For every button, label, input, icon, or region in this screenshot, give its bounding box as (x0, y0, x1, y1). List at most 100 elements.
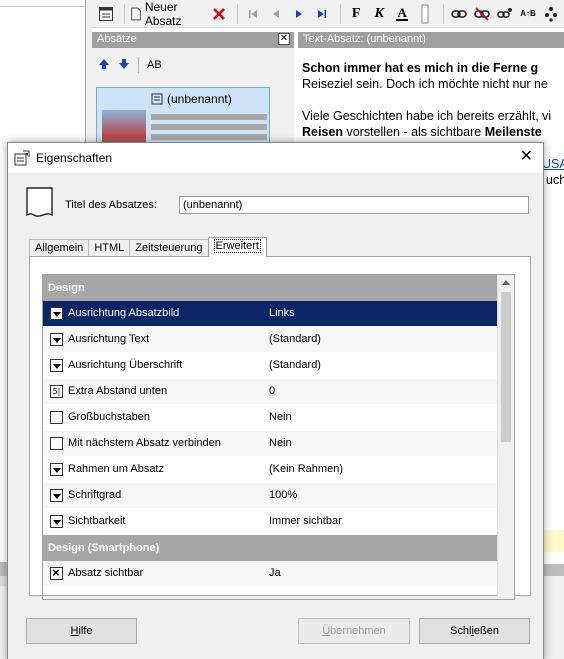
delete-x-icon (213, 7, 226, 20)
property-label: Sichtbarkeit (68, 515, 126, 527)
case-icon: A↑B (520, 8, 536, 18)
first-button[interactable] (243, 3, 263, 25)
spinner-icon[interactable]: 5| (50, 385, 63, 398)
page-view-button[interactable] (96, 3, 116, 25)
dropdown-arrow-icon[interactable] (50, 489, 63, 502)
new-paragraph-label: Neuer Absatz (144, 0, 182, 28)
scroll-up-icon[interactable] (498, 275, 514, 291)
property-value[interactable]: Immer sichtbar (269, 515, 342, 527)
delete-button[interactable] (209, 3, 229, 25)
previous-icon (273, 9, 280, 18)
dropdown-arrow-icon[interactable] (50, 333, 63, 346)
property-label: Großbuchstaben (68, 411, 150, 423)
dropdown-arrow-icon[interactable] (50, 515, 63, 528)
property-value[interactable]: Ja (269, 567, 281, 579)
property-label: Mit nächstem Absatz verbinden (68, 437, 221, 449)
rename-icon: AB (147, 59, 162, 71)
dropdown-arrow-icon[interactable] (50, 307, 63, 320)
anchor-link-icon (497, 7, 512, 18)
tab-erweitert[interactable]: Erweitert (207, 237, 267, 257)
property-value[interactable]: (Standard) (269, 333, 321, 345)
indent-button[interactable] (415, 3, 435, 25)
next-button[interactable] (289, 3, 309, 25)
section-rows-design-smartphone: Absatz sichtbar Ja (43, 561, 498, 587)
move-up-button[interactable] (98, 58, 110, 73)
text-preview-line (151, 114, 267, 120)
font-color-button[interactable]: A (392, 3, 412, 25)
properties-dialog: Eigenschaften ✕ Titel des Absatzes: Allg… (7, 142, 544, 659)
close-icon[interactable]: ✕ (520, 149, 533, 165)
rename-button[interactable]: AB (147, 59, 162, 71)
paragraphs-panel-close-button[interactable]: ✕ (278, 33, 290, 45)
anchor-button[interactable] (495, 3, 515, 25)
property-label: Ausrichtung Überschrift (68, 359, 183, 371)
toolbar-separator (124, 3, 125, 24)
property-row[interactable]: Absatz sichtbar Ja (43, 561, 498, 587)
property-label: Schriftgrad (68, 489, 122, 501)
arrow-up-icon (99, 58, 109, 69)
property-value[interactable]: (Kein Rahmen) (269, 463, 343, 475)
scrollbar-thumb[interactable] (501, 292, 511, 442)
unlink-button[interactable] (472, 3, 492, 25)
link-button[interactable] (449, 3, 469, 25)
property-row[interactable]: Ausrichtung Absatzbild Links (43, 301, 498, 327)
last-button[interactable] (312, 3, 332, 25)
italic-icon: K (374, 5, 384, 21)
property-value[interactable]: 100% (269, 489, 297, 501)
dropdown-arrow-icon[interactable] (50, 359, 63, 372)
text-preview-line (151, 124, 267, 130)
more-button[interactable] (541, 3, 561, 25)
property-row[interactable]: Schriftgrad 100% (43, 483, 498, 509)
property-value[interactable]: (Standard) (269, 359, 321, 371)
text-link[interactable]: USA (542, 157, 564, 171)
checkbox-checked[interactable] (50, 565, 63, 580)
property-value[interactable]: Nein (269, 411, 292, 423)
title-field[interactable] (179, 196, 529, 214)
tab-zeitsteuerung[interactable]: Zeitsteuerung (129, 239, 209, 257)
property-row[interactable]: Großbuchstaben Nein (43, 405, 498, 431)
section-header-design[interactable]: Design (43, 275, 498, 301)
property-row[interactable]: Rahmen um Absatz (Kein Rahmen) (43, 457, 498, 483)
checkbox[interactable] (50, 437, 63, 450)
italic-button[interactable]: K (369, 3, 389, 25)
property-row[interactable]: Mit nächstem Absatz verbinden Nein (43, 431, 498, 457)
property-value[interactable]: Nein (269, 437, 292, 449)
tab-panel-erweitert: Design Ausrichtung Absatzbild Links Ausr… (29, 256, 531, 600)
property-row[interactable]: 5| Extra Abstand unten 0 (43, 379, 498, 405)
checkbox[interactable] (50, 411, 63, 424)
apply-button[interactable]: Übernehmen (298, 618, 410, 644)
indent-icon (421, 4, 429, 23)
paragraph-icon (151, 93, 163, 105)
previous-button[interactable] (266, 3, 286, 25)
left-pane-divider (0, 6, 86, 7)
property-value[interactable]: 0 (269, 385, 275, 397)
link-icon (451, 9, 467, 18)
property-row[interactable]: Ausrichtung Text (Standard) (43, 327, 498, 353)
properties-icon (14, 150, 30, 166)
arrow-down-icon (119, 58, 129, 69)
dots-icon (545, 6, 557, 22)
section-header-design-smartphone[interactable]: Design (Smartphone) (43, 535, 498, 561)
text-preview-line (151, 134, 267, 140)
property-value[interactable]: Links (269, 307, 295, 319)
dialog-titlebar[interactable]: Eigenschaften ✕ (8, 143, 543, 173)
dropdown-arrow-icon[interactable] (50, 463, 63, 476)
toolbar-separator (138, 57, 139, 73)
help-button[interactable]: Hilfe (26, 618, 137, 644)
paragraph-card-title: (unbenannt) (151, 92, 232, 106)
paragraph-card-label: (unbenannt) (167, 92, 232, 106)
bold-button[interactable]: F (346, 3, 366, 25)
main-toolbar: Neuer Absatz F K A A↑B (92, 0, 564, 28)
close-button[interactable]: Schließen (419, 618, 530, 644)
property-row[interactable]: Sichtbarkeit Immer sichtbar (43, 509, 498, 535)
document-icon (26, 187, 54, 222)
new-paragraph-button[interactable]: Neuer Absatz (130, 0, 207, 28)
paragraph-card[interactable]: (unbenannt) (96, 87, 270, 150)
move-down-button[interactable] (118, 58, 130, 73)
tab-allgemein[interactable]: Allgemein (29, 239, 90, 257)
case-button[interactable]: A↑B (518, 3, 538, 25)
paragraphs-panel-header: Absätze ✕ (92, 32, 294, 48)
property-grid-scrollbar[interactable] (497, 275, 514, 599)
tab-html[interactable]: HTML (88, 239, 131, 257)
property-row[interactable]: Ausrichtung Überschrift (Standard) (43, 353, 498, 379)
